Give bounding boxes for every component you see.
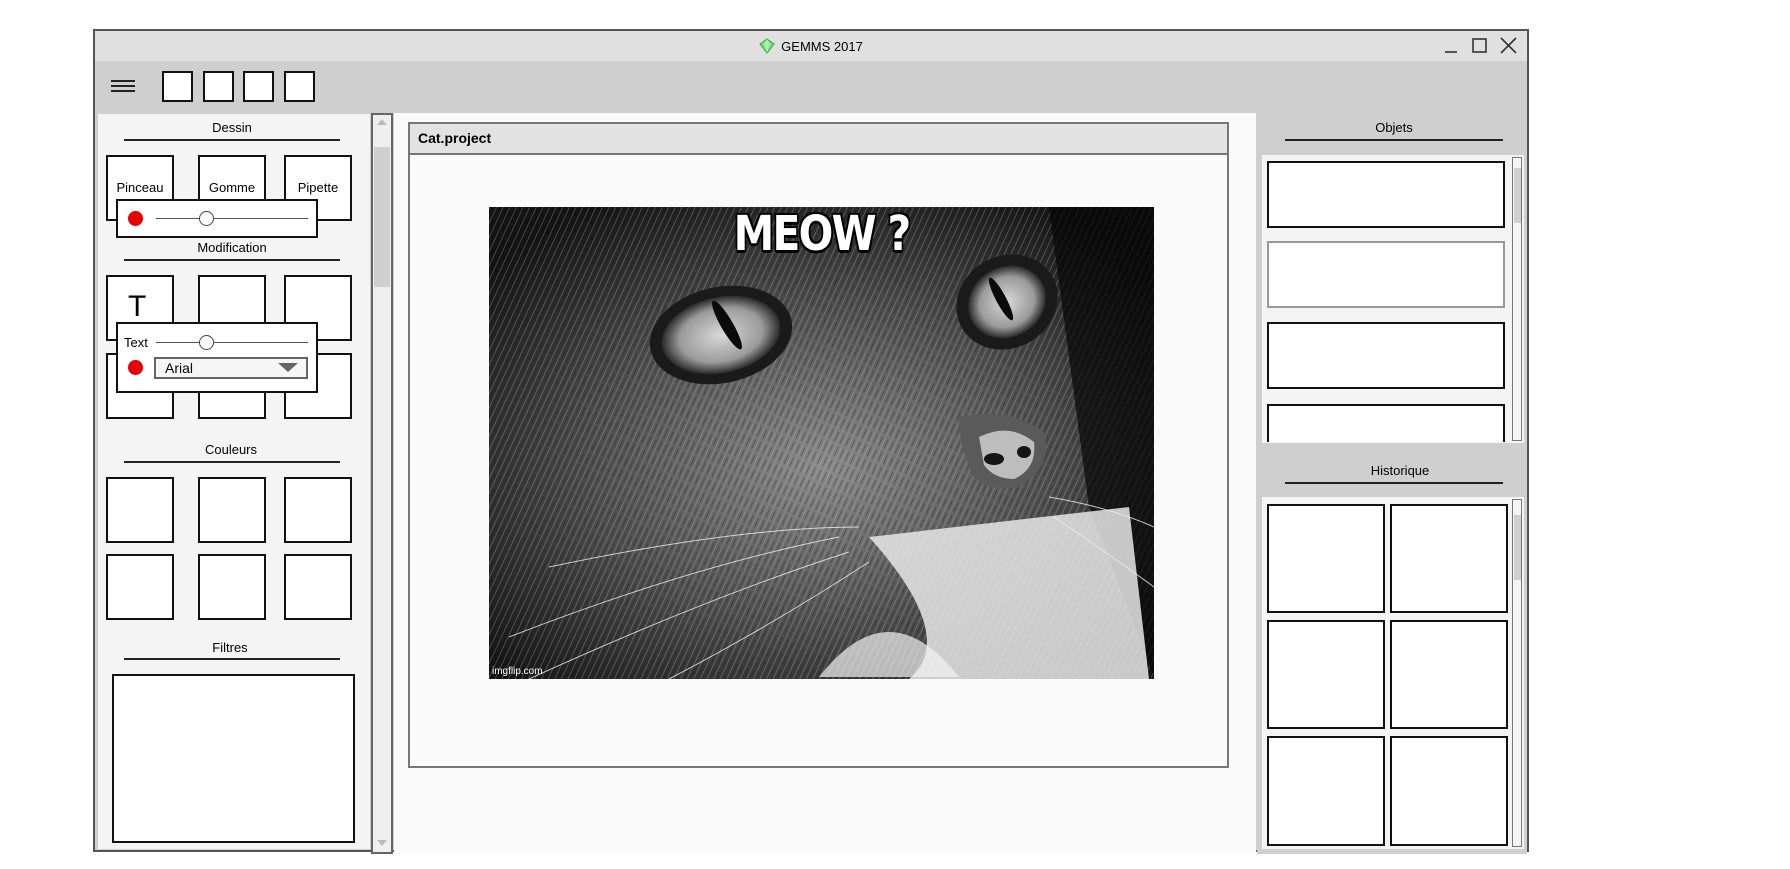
meme-caption: MEOW ? xyxy=(733,206,912,262)
window-title: GEMMS 2017 xyxy=(781,38,863,54)
cat-photo-icon xyxy=(489,207,1154,679)
section-title-filtres: Filtres xyxy=(212,640,248,655)
chevron-down-icon xyxy=(278,363,298,372)
history-item-5[interactable] xyxy=(1267,736,1385,846)
history-item-1[interactable] xyxy=(1267,504,1385,613)
color-swatch-3[interactable] xyxy=(284,477,352,543)
section-divider xyxy=(124,139,340,141)
color-swatch-2[interactable] xyxy=(198,477,266,543)
section-title-historique: Historique xyxy=(1370,463,1430,478)
section-title-modification: Modification xyxy=(197,240,267,255)
cat-image[interactable] xyxy=(489,207,1154,679)
section-divider xyxy=(1285,482,1503,484)
scroll-down-icon[interactable] xyxy=(374,838,390,848)
minimize-icon[interactable] xyxy=(1443,38,1459,54)
history-item-3[interactable] xyxy=(1267,620,1385,729)
brush-size-slider-knob[interactable] xyxy=(199,211,214,226)
object-item-4[interactable] xyxy=(1267,404,1505,442)
text-size-slider-track[interactable] xyxy=(156,342,308,343)
color-swatch-1[interactable] xyxy=(106,477,174,543)
watermark-webneel: webneel.com xyxy=(1040,658,1147,677)
object-item-2[interactable] xyxy=(1267,241,1505,308)
tool-pinceau-label: Pinceau xyxy=(116,180,164,195)
brush-size-slider-track[interactable] xyxy=(156,218,308,219)
text-tool-glyph: T xyxy=(128,290,147,323)
history-item-4[interactable] xyxy=(1390,620,1508,729)
app-gem-icon xyxy=(759,38,775,54)
tool-pipette-label: Pipette xyxy=(297,180,339,195)
brush-color-swatch[interactable] xyxy=(128,211,143,226)
objects-scroll-thumb[interactable] xyxy=(1514,168,1521,223)
watermark-imgflip: imgflip.com xyxy=(492,666,543,677)
close-icon[interactable] xyxy=(1499,36,1518,55)
section-title-couleurs: Couleurs xyxy=(204,442,258,457)
toolbar-button-1[interactable] xyxy=(162,71,193,102)
section-divider xyxy=(124,259,340,261)
toolbar-button-3[interactable] xyxy=(243,71,274,102)
maximize-icon[interactable] xyxy=(1471,37,1488,54)
section-title-dessin: Dessin xyxy=(212,120,252,135)
color-swatch-4[interactable] xyxy=(106,554,174,620)
font-select-value: Arial xyxy=(165,360,194,376)
section-divider xyxy=(124,658,340,660)
title-bar[interactable]: GEMMS 2017 xyxy=(95,31,1527,61)
filters-list[interactable] xyxy=(112,674,355,843)
color-swatch-5[interactable] xyxy=(198,554,266,620)
section-divider xyxy=(1285,139,1503,141)
document-title: Cat.project xyxy=(418,130,492,146)
text-settings-label: Text xyxy=(124,335,148,350)
history-item-2[interactable] xyxy=(1390,504,1508,613)
toolbar-button-2[interactable] xyxy=(203,71,234,102)
history-item-6[interactable] xyxy=(1390,736,1508,846)
text-size-slider-knob[interactable] xyxy=(199,335,214,350)
color-swatch-6[interactable] xyxy=(284,554,352,620)
object-item-3[interactable] xyxy=(1267,322,1505,389)
document-tab[interactable] xyxy=(408,122,1229,155)
section-title-objets: Objets xyxy=(1375,120,1413,135)
scroll-up-icon[interactable] xyxy=(374,117,390,127)
tool-gomme-label: Gomme xyxy=(208,180,256,195)
tools-panel-scroll-thumb[interactable] xyxy=(374,147,390,287)
toolbar-button-4[interactable] xyxy=(284,71,315,102)
section-divider xyxy=(124,461,340,463)
history-scroll-thumb[interactable] xyxy=(1514,515,1521,580)
text-color-swatch[interactable] xyxy=(128,360,143,375)
object-item-1[interactable] xyxy=(1267,161,1505,228)
hamburger-menu-icon[interactable] xyxy=(110,78,136,94)
